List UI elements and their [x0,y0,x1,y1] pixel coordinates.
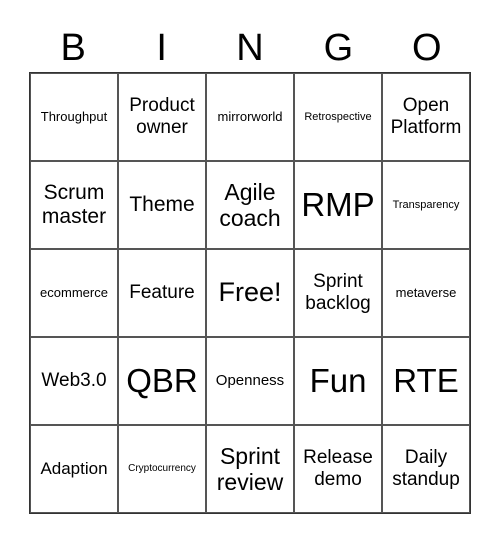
free-space-cell[interactable]: Free! [206,249,294,337]
bingo-cell[interactable]: Product owner [118,73,206,161]
bingo-cell[interactable]: Throughput [30,73,118,161]
bingo-cell[interactable]: RMP [294,161,382,249]
header-letter-g: G [323,27,354,69]
bingo-cell[interactable]: Sprint backlog [294,249,382,337]
bingo-cell[interactable]: Theme [118,161,206,249]
bingo-cell[interactable]: metaverse [382,249,470,337]
bingo-cell[interactable]: RTE [382,337,470,425]
bingo-cell[interactable]: Transparency [382,161,470,249]
bingo-cell[interactable]: Scrum master [30,161,118,249]
bingo-board: Throughput Product owner mirrorworld Ret… [29,72,471,514]
bingo-header: B I N G O [29,22,471,74]
bingo-cell[interactable]: Openness [206,337,294,425]
bingo-cell[interactable]: ecommerce [30,249,118,337]
bingo-cell[interactable]: Fun [294,337,382,425]
bingo-cell[interactable]: Feature [118,249,206,337]
bingo-cell[interactable]: Open Platform [382,73,470,161]
bingo-cell[interactable]: Web3.0 [30,337,118,425]
bingo-cell[interactable]: Cryptocurrency [118,425,206,513]
bingo-cell[interactable]: Agile coach [206,161,294,249]
header-letter-b: B [60,27,86,69]
bingo-cell[interactable]: Daily standup [382,425,470,513]
bingo-cell[interactable]: Adaption [30,425,118,513]
bingo-cell[interactable]: Sprint review [206,425,294,513]
header-letter-n: N [236,27,264,69]
bingo-cell[interactable]: Release demo [294,425,382,513]
header-letter-i: I [156,27,167,69]
bingo-cell[interactable]: QBR [118,337,206,425]
bingo-cell[interactable]: Retrospective [294,73,382,161]
header-letter-o: O [412,27,442,69]
bingo-cell[interactable]: mirrorworld [206,73,294,161]
